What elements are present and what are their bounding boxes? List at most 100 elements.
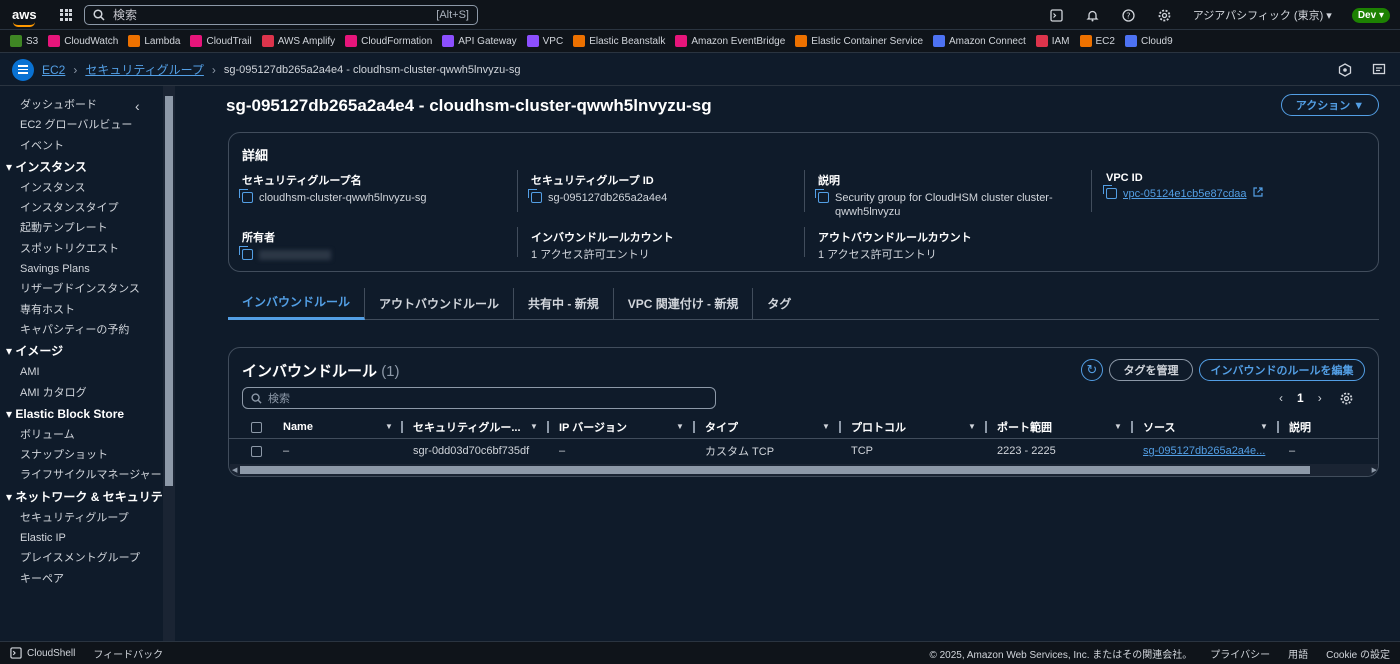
manage-tags-button[interactable]: タグを管理	[1109, 359, 1193, 381]
favorite-elastic-beanstalk[interactable]: Elastic Beanstalk	[573, 35, 665, 47]
tab-sharing[interactable]: 共有中 - 新規	[514, 287, 614, 320]
sidebar-scrollbar[interactable]	[163, 86, 175, 641]
favorite-api-gateway[interactable]: API Gateway	[442, 35, 517, 47]
settings-gear-icon[interactable]	[1157, 7, 1173, 23]
sidebar-item[interactable]: スポットリクエスト	[0, 239, 174, 259]
sort-icon[interactable]: ▼	[676, 422, 684, 431]
sidebar-item[interactable]: AMI	[0, 362, 174, 382]
sidebar-item[interactable]: ダッシュボード	[0, 95, 174, 115]
copy-icon[interactable]	[239, 246, 253, 260]
aws-logo[interactable]: aws	[12, 8, 42, 27]
sidebar-item[interactable]: EC2 グローバルビュー	[0, 115, 174, 135]
sort-icon[interactable]: ▼	[1260, 422, 1268, 431]
favorite-lambda[interactable]: Lambda	[128, 35, 180, 47]
notification-panel-icon[interactable]	[1372, 63, 1386, 77]
tab-tags[interactable]: タグ	[753, 288, 805, 320]
col-port-range[interactable]: ポート範囲	[997, 415, 1052, 439]
sidebar-item[interactable]: 起動テンプレート	[0, 218, 174, 238]
favorite-iam[interactable]: IAM	[1035, 35, 1070, 47]
sort-icon[interactable]: ▼	[530, 422, 538, 431]
actions-button[interactable]: アクション ▼	[1281, 94, 1379, 116]
sidebar-item[interactable]: インスタンスタイプ	[0, 198, 174, 218]
favorite-amazon-connect[interactable]: Amazon Connect	[933, 35, 1026, 47]
table-row[interactable]: – sgr-0dd03d70c6bf735df – カスタム TCP TCP 2…	[229, 439, 1378, 463]
footer-terms-link[interactable]: 用語	[1288, 646, 1308, 661]
sidebar-item[interactable]: インスタンス	[0, 178, 174, 198]
sidebar-item[interactable]: ボリューム	[0, 425, 174, 445]
favorite-aws-amplify[interactable]: AWS Amplify	[261, 35, 335, 47]
select-all-checkbox[interactable]	[251, 421, 262, 433]
favorite-vpc[interactable]: VPC	[526, 35, 563, 47]
help-panel-icon[interactable]	[1338, 62, 1352, 77]
tab-outbound-rules[interactable]: アウトバウンドルール	[365, 287, 515, 320]
sidebar-section-header[interactable]: ▾ Elastic Block Store	[0, 403, 174, 425]
favorite-amazon-eventbridge[interactable]: Amazon EventBridge	[675, 35, 785, 47]
footer-feedback-link[interactable]: フィードバック	[93, 646, 163, 661]
sidebar-section-header[interactable]: ▾ インスタンス	[0, 156, 174, 178]
col-source[interactable]: ソース	[1143, 415, 1175, 439]
favorite-ec2[interactable]: EC2	[1079, 35, 1115, 47]
sidebar-item[interactable]: セキュリティグループ	[0, 508, 174, 528]
next-page-icon[interactable]: ›	[1318, 391, 1322, 405]
sidebar-item[interactable]: スナップショット	[0, 445, 174, 465]
row-checkbox[interactable]	[251, 445, 262, 457]
sidebar-item[interactable]: ライフサイクルマネージャー	[0, 465, 174, 485]
cell-source-link[interactable]: sg-095127db265a2a4e...	[1143, 439, 1265, 463]
col-name[interactable]: Name	[283, 415, 313, 439]
favorite-cloudformation[interactable]: CloudFormation	[345, 35, 432, 47]
table-settings-gear-icon[interactable]	[1340, 392, 1353, 405]
favorite-cloudtrail[interactable]: CloudTrail	[190, 35, 252, 47]
table-horizontal-scrollbar[interactable]: ◀ ▶	[230, 464, 1378, 476]
col-security-group-rule-id[interactable]: セキュリティグルー...	[413, 415, 521, 439]
footer-privacy-link[interactable]: プライバシー	[1210, 646, 1270, 661]
breadcrumb-security-groups[interactable]: セキュリティグループ	[85, 61, 204, 78]
account-menu[interactable]: Dev ▾	[1351, 7, 1390, 23]
col-type[interactable]: タイプ	[705, 415, 738, 439]
sidebar-section-header[interactable]: ▾ ネットワーク & セキュリティ	[0, 486, 174, 508]
help-icon[interactable]: ?	[1121, 7, 1137, 23]
page-number[interactable]: 1	[1297, 391, 1304, 405]
side-menu-toggle-icon[interactable]	[12, 58, 34, 81]
sort-icon[interactable]: ▼	[385, 422, 393, 431]
favorite-elastic-container-service[interactable]: Elastic Container Service	[795, 35, 923, 47]
favorite-s3[interactable]: S3	[10, 35, 38, 47]
copy-icon[interactable]	[239, 189, 253, 203]
region-selector[interactable]: アジアパシフィック (東京) ▾	[1193, 7, 1332, 23]
prev-page-icon[interactable]: ‹	[1279, 391, 1283, 405]
copy-icon[interactable]	[528, 189, 542, 203]
copy-icon[interactable]	[1103, 185, 1117, 199]
col-protocol[interactable]: プロトコル	[851, 415, 906, 439]
tab-inbound-rules[interactable]: インバウンドルール	[228, 287, 366, 320]
collapse-sidebar-icon[interactable]: ‹	[135, 98, 140, 114]
sidebar-item[interactable]: Savings Plans	[0, 259, 174, 279]
tab-vpc-associations[interactable]: VPC 関連付け - 新規	[614, 287, 754, 320]
global-search-input[interactable]: 検索 [Alt+S]	[84, 4, 478, 25]
edit-inbound-rules-button[interactable]: インバウンドのルールを編集	[1199, 359, 1365, 381]
copy-icon[interactable]	[815, 189, 829, 203]
favorite-cloud9[interactable]: Cloud9	[1124, 35, 1173, 47]
sidebar-section-header[interactable]: ▾ イメージ	[0, 340, 174, 362]
sidebar-item[interactable]: キャパシティーの予約	[0, 320, 174, 340]
sidebar-item[interactable]: リザーブドインスタンス	[0, 279, 174, 299]
sidebar-item[interactable]: キーペア	[0, 569, 174, 589]
sort-icon[interactable]: ▼	[822, 422, 830, 431]
favorite-cloudwatch[interactable]: CloudWatch	[48, 35, 118, 47]
vpc-id-link[interactable]: vpc-05124e1cb5e87cdaa	[1123, 187, 1247, 201]
sidebar-item[interactable]: 専有ホスト	[0, 300, 174, 320]
sidebar-item[interactable]: Elastic IP	[0, 528, 174, 548]
footer-cookie-link[interactable]: Cookie の設定	[1326, 646, 1390, 661]
notifications-bell-icon[interactable]	[1085, 7, 1101, 23]
col-description[interactable]: 説明	[1289, 415, 1311, 439]
col-ip-version[interactable]: IP バージョン	[559, 415, 627, 439]
sidebar-item[interactable]: イベント	[0, 136, 174, 156]
sort-icon[interactable]: ▼	[1114, 422, 1122, 431]
refresh-button[interactable]: ↻	[1081, 359, 1103, 381]
services-grid-icon[interactable]	[60, 8, 72, 21]
sidebar-item[interactable]: プレイスメントグループ	[0, 548, 174, 568]
breadcrumb-ec2[interactable]: EC2	[42, 63, 65, 77]
sidebar-item[interactable]: AMI カタログ	[0, 383, 174, 403]
sort-icon[interactable]: ▼	[968, 422, 976, 431]
footer-cloudshell-link[interactable]: CloudShell	[27, 648, 75, 659]
rules-search-input[interactable]: 検索	[242, 387, 716, 409]
cloudshell-icon[interactable]	[1049, 7, 1065, 23]
